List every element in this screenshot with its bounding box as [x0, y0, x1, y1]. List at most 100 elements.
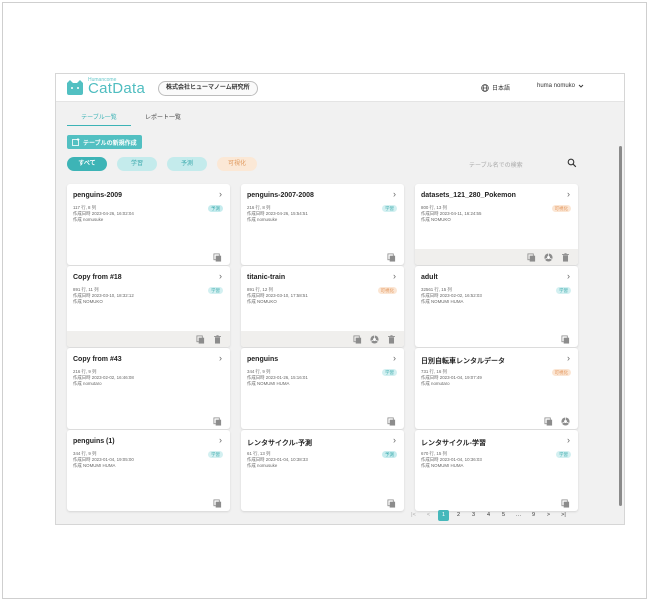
card-title: penguins-2009 [73, 192, 123, 199]
filter-visualize[interactable]: 可視化 [217, 157, 257, 171]
table-card[interactable]: penguins › 344 行, 9 列 作成日時 2023-01-26, 15… [241, 348, 404, 429]
trash-icon[interactable] [387, 334, 396, 344]
chevron-right-icon[interactable]: › [393, 189, 396, 199]
table-card[interactable]: penguins-2009 › 117 行, 8 列 作成日時 2023-04-2… [67, 184, 230, 265]
table-card[interactable]: レンタサイクル-学習 › 670 行, 15 列 作成日時 2023-01-04,… [415, 430, 578, 511]
card-actions [67, 331, 230, 347]
tab-report-list[interactable]: レポート一覧 [131, 112, 195, 126]
trash-icon[interactable] [561, 252, 570, 262]
card-meta: 800 行, 13 列 作成日時 2023-04-11, 16:24:55 作成… [421, 205, 481, 223]
card-actions [415, 331, 578, 347]
pagination: |< < 1 2 3 4 5 … 9 > >| [408, 510, 569, 521]
card-actions [67, 495, 230, 511]
card-actions [67, 249, 230, 265]
report-icon[interactable] [370, 334, 379, 344]
table-card[interactable]: Copy from #18 › 891 行, 11 列 作成日時 2023-03-… [67, 266, 230, 347]
search-icon[interactable] [567, 158, 577, 168]
chevron-right-icon[interactable]: › [567, 189, 570, 199]
table-card[interactable]: レンタサイクル-予測 › 61 行, 13 列 作成日時 2023-01-04, … [241, 430, 404, 511]
copy-icon[interactable] [213, 416, 222, 426]
chevron-right-icon[interactable]: › [393, 271, 396, 281]
search-input[interactable]: テーブル名での検索 [469, 160, 523, 169]
language-selector[interactable]: 日本語 [481, 83, 510, 92]
filter-all[interactable]: すべて [67, 157, 107, 171]
report-icon[interactable] [544, 252, 553, 262]
copy-icon[interactable] [387, 252, 396, 262]
page-9[interactable]: 9 [528, 510, 539, 521]
copy-icon[interactable] [544, 416, 553, 426]
new-table-button[interactable]: テーブルの新規作成 [67, 135, 142, 149]
brand-name[interactable]: CatData [88, 81, 145, 97]
copy-icon[interactable] [561, 498, 570, 508]
first-page-button[interactable]: |< [408, 510, 419, 521]
table-card[interactable]: adult › 32561 行, 15 列 作成日時 2023-02-02, 16… [415, 266, 578, 347]
company-badge: 株式会社ヒューマノーム研究所 [158, 81, 258, 96]
copy-icon[interactable] [213, 252, 222, 262]
app-header: Humancome CatData 株式会社ヒューマノーム研究所 日本語 hum… [56, 74, 624, 102]
filter-predict[interactable]: 予測 [167, 157, 207, 171]
prev-page-button[interactable]: < [423, 510, 434, 521]
card-author: 作成 nomusuke [247, 463, 278, 468]
card-actions [241, 413, 404, 429]
chevron-right-icon[interactable]: › [219, 435, 222, 445]
chevron-right-icon[interactable]: › [567, 353, 570, 363]
user-name: huma nomuko [537, 83, 576, 89]
filter-learn[interactable]: 学習 [117, 157, 157, 171]
user-menu[interactable]: huma nomuko [537, 83, 584, 89]
table-card[interactable]: datasets_121_280_Pokemon › 800 行, 13 列 作成… [415, 184, 578, 265]
trash-icon[interactable] [213, 334, 222, 344]
chevron-right-icon[interactable]: › [219, 189, 222, 199]
page-3[interactable]: 3 [468, 510, 479, 521]
next-page-button[interactable]: > [543, 510, 554, 521]
card-tag: 学習 [556, 287, 571, 294]
card-actions [415, 413, 578, 429]
copy-icon[interactable] [213, 498, 222, 508]
card-title: titanic-train [247, 274, 286, 281]
chevron-right-icon[interactable]: › [219, 353, 222, 363]
card-actions [415, 495, 578, 511]
card-title: Copy from #43 [73, 356, 122, 363]
chevron-right-icon[interactable]: › [393, 435, 396, 445]
card-tag: 学習 [208, 451, 223, 458]
card-author: 作成 nomutaro [421, 381, 450, 386]
card-meta: 216 行, 9 列 作成日時 2023-02-02, 16:46:08 作成 … [73, 369, 134, 387]
card-meta: 344 行, 9 列 作成日時 2023-01-04, 19:05:00 作成 … [73, 451, 134, 469]
card-title: penguins-2007-2008 [247, 192, 314, 199]
report-icon[interactable] [561, 416, 570, 426]
card-author: 作成 NOMUKO [73, 299, 103, 304]
tab-table-list[interactable]: テーブル一覧 [67, 112, 131, 126]
card-actions [241, 495, 404, 511]
card-title: datasets_121_280_Pokemon [421, 192, 516, 199]
copy-icon[interactable] [387, 416, 396, 426]
copy-icon[interactable] [527, 252, 536, 262]
table-card[interactable]: 日別自転車レンタルデータ › 731 行, 16 列 作成日時 2023-01-0… [415, 348, 578, 429]
card-title: レンタサイクル-学習 [421, 440, 486, 447]
page-ellipsis: … [515, 512, 522, 518]
card-tag: 可視化 [551, 369, 571, 376]
copy-icon[interactable] [196, 334, 205, 344]
card-meta: 670 行, 15 列 作成日時 2023-01-04, 10:36:03 作成… [421, 451, 482, 469]
chevron-down-icon [578, 84, 584, 88]
chevron-right-icon[interactable]: › [393, 353, 396, 363]
table-card[interactable]: penguins (1) › 344 行, 9 列 作成日時 2023-01-04… [67, 430, 230, 511]
copy-icon[interactable] [353, 334, 362, 344]
globe-icon [481, 83, 489, 92]
card-author: 作成 NOMUMI HUMA [247, 381, 290, 386]
table-card[interactable]: Copy from #43 › 216 行, 9 列 作成日時 2023-02-0… [67, 348, 230, 429]
last-page-button[interactable]: >| [558, 510, 569, 521]
page-2[interactable]: 2 [453, 510, 464, 521]
table-card[interactable]: penguins-2007-2008 › 216 行, 8 列 作成日時 2023… [241, 184, 404, 265]
page-4[interactable]: 4 [483, 510, 494, 521]
table-search[interactable]: テーブル名での検索 [469, 157, 579, 171]
page-5[interactable]: 5 [498, 510, 509, 521]
chevron-right-icon[interactable]: › [567, 435, 570, 445]
table-card[interactable]: titanic-train › 891 行, 12 列 作成日時 2023-03-… [241, 266, 404, 347]
copy-icon[interactable] [387, 498, 396, 508]
card-author: 作成 NOMUMI HUMA [73, 463, 116, 468]
chevron-right-icon[interactable]: › [567, 271, 570, 281]
chevron-right-icon[interactable]: › [219, 271, 222, 281]
copy-icon[interactable] [561, 334, 570, 344]
page-1[interactable]: 1 [438, 510, 449, 521]
card-title: レンタサイクル-予測 [247, 440, 312, 447]
card-title: adult [421, 274, 438, 281]
